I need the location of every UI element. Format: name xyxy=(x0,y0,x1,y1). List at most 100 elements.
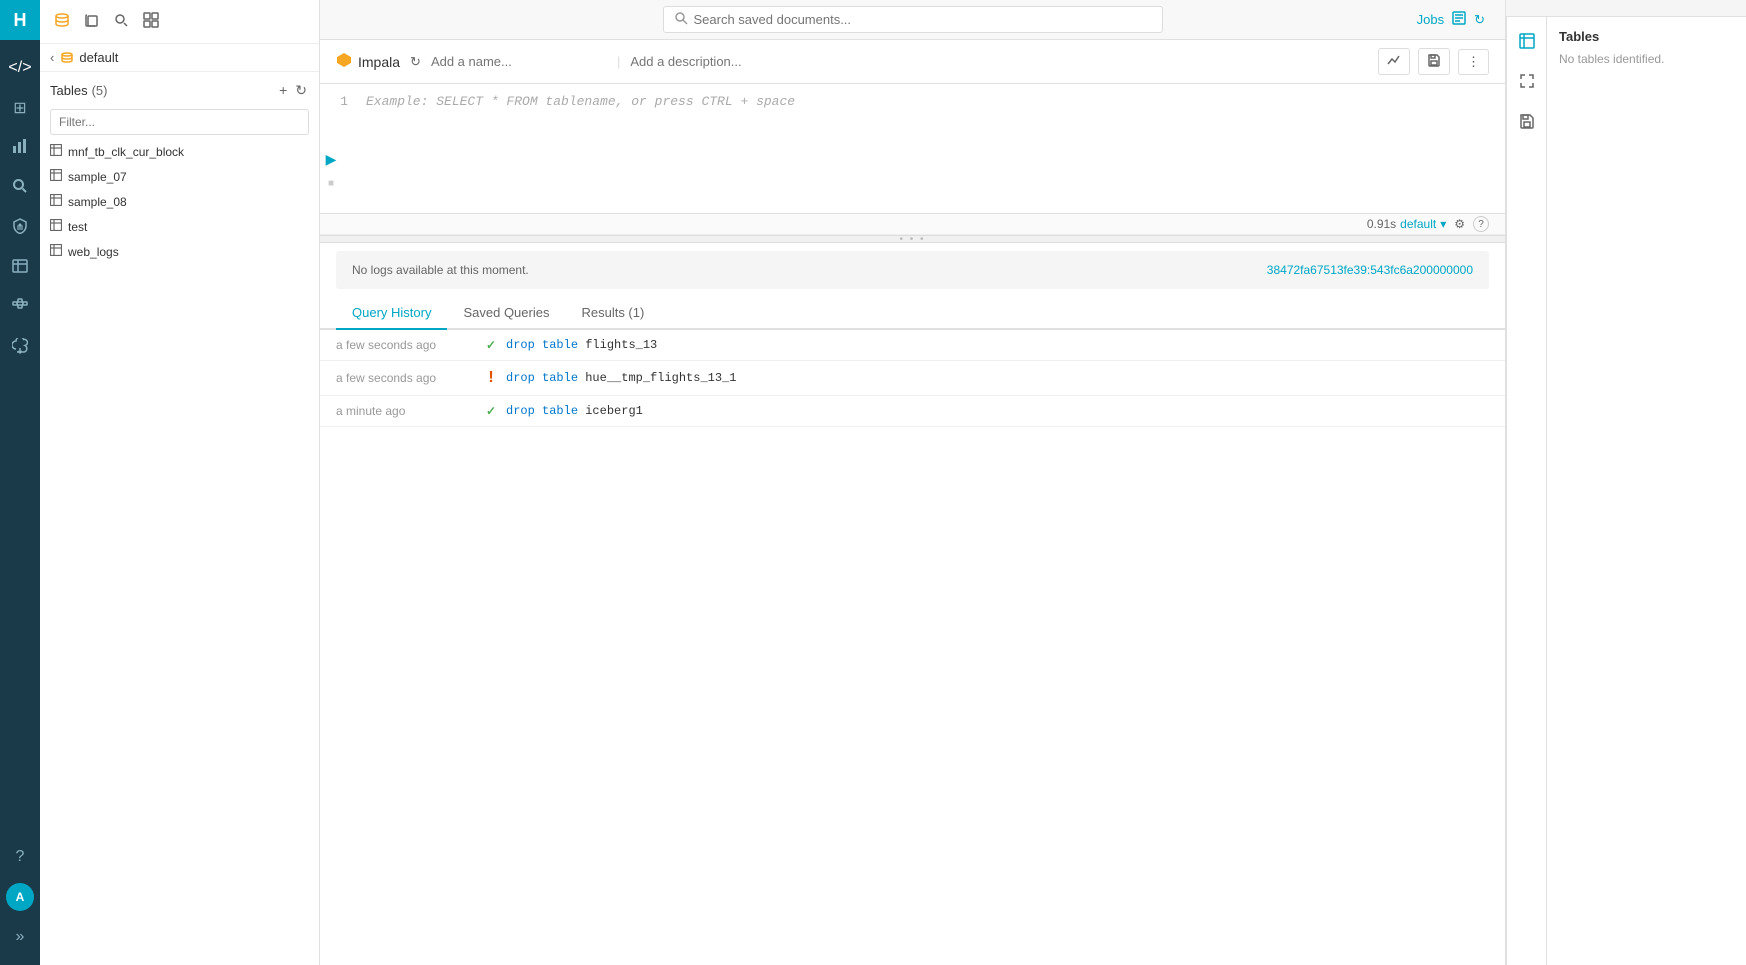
add-table-btn[interactable]: + xyxy=(277,80,289,101)
status-bar: 0.91s default ▾ ⚙ ? xyxy=(320,214,1505,235)
editor-name-input[interactable] xyxy=(431,54,607,69)
table-row-icon xyxy=(50,169,62,184)
sql-keyword: drop xyxy=(506,371,535,385)
table-row-icon xyxy=(50,244,62,259)
search-tables-icon[interactable] xyxy=(110,9,133,35)
more-options-btn[interactable]: ⋮ xyxy=(1458,49,1489,75)
jobs-refresh-icon[interactable]: ↻ xyxy=(1474,12,1485,28)
table-name: test xyxy=(68,220,87,234)
code-placeholder: Example: SELECT * FROM tablename, or pre… xyxy=(366,94,795,109)
sidebar-item-table[interactable] xyxy=(0,248,40,288)
log-message: No logs available at this moment. xyxy=(352,263,529,277)
stop-query-btn[interactable]: ■ xyxy=(320,173,342,195)
tabs-bar: Query History Saved Queries Results (1) xyxy=(320,297,1505,330)
chart-btn[interactable] xyxy=(1378,48,1410,75)
sidebar-item-avatar[interactable]: A xyxy=(0,877,40,917)
security-icon xyxy=(12,218,28,239)
tab-query-history[interactable]: Query History xyxy=(336,297,447,330)
code-content[interactable]: Example: SELECT * FROM tablename, or pre… xyxy=(356,94,1505,203)
sidebar-item-dashboard[interactable]: ⊞ xyxy=(0,88,40,128)
sidebar-item-search[interactable] xyxy=(0,168,40,208)
table-row-icon xyxy=(50,194,62,209)
engine-icon xyxy=(336,52,352,71)
query-time: a minute ago xyxy=(336,404,476,418)
right-maximize-btn[interactable] xyxy=(1511,65,1543,97)
sidebar-item-help[interactable]: ? xyxy=(0,837,40,877)
engine-selector[interactable]: Impala xyxy=(336,52,400,71)
search-input[interactable] xyxy=(694,12,1152,27)
code-editor[interactable]: 1 Example: SELECT * FROM tablename, or p… xyxy=(320,84,1505,214)
right-tables-panel: Tables No tables identified. xyxy=(1546,17,1746,965)
cloud-icon xyxy=(12,338,28,359)
right-tables-btn[interactable] xyxy=(1511,25,1543,57)
editor-desc-input[interactable] xyxy=(630,54,930,69)
table-name: web_logs xyxy=(68,245,119,259)
log-id-link[interactable]: 38472fa67513fe39:543fc6a200000000 xyxy=(1267,263,1473,277)
sql-table-name: hue__tmp_flights_13_1 xyxy=(585,371,736,385)
status-timing: 0.91s default ▾ xyxy=(1367,217,1446,231)
sidebar-item-security[interactable] xyxy=(0,208,40,248)
tab-results[interactable]: Results (1) xyxy=(565,297,660,330)
jobs-area[interactable]: Jobs ↻ xyxy=(1417,11,1485,28)
table-name: sample_07 xyxy=(68,170,127,184)
table-row-icon xyxy=(50,144,62,159)
right-save-btn[interactable] xyxy=(1511,105,1543,137)
list-item[interactable]: mnf_tb_clk_cur_block xyxy=(40,139,319,164)
breadcrumb: ‹ default xyxy=(40,44,319,72)
tab-saved-queries[interactable]: Saved Queries xyxy=(447,297,565,330)
query-status-ok: ✓ xyxy=(476,404,506,418)
query-history-row[interactable]: a few seconds ago ✓ drop table flights_1… xyxy=(320,330,1505,361)
editor-area: Jobs ↻ xyxy=(320,0,1505,965)
icon-bar-items: </> ⊞ xyxy=(0,40,40,837)
tab-results-label: Results (1) xyxy=(581,305,644,320)
editor-toolbar-right: ⋮ xyxy=(1378,48,1489,75)
table-row-icon xyxy=(50,219,62,234)
table-list: mnf_tb_clk_cur_block sample_07 xyxy=(40,139,319,965)
list-item[interactable]: test xyxy=(40,214,319,239)
help-status-icon[interactable]: ? xyxy=(1473,216,1489,232)
sidebar-item-workflow[interactable] xyxy=(0,288,40,328)
logo-button[interactable]: H xyxy=(0,0,40,40)
save-btn[interactable] xyxy=(1418,48,1450,75)
database-icon-btn[interactable] xyxy=(50,8,74,35)
settings-icon[interactable]: ⚙ xyxy=(1454,217,1465,231)
run-query-btn[interactable]: ▶ xyxy=(320,149,342,171)
breadcrumb-back-btn[interactable]: ‹ xyxy=(50,50,54,65)
query-sql: drop table flights_13 xyxy=(506,338,1489,352)
tab-query-history-label: Query History xyxy=(352,305,431,320)
sql-keyword: table xyxy=(542,404,578,418)
sidebar: ‹ default Tables (5) + ↻ xyxy=(40,0,320,965)
sidebar-item-code[interactable]: </> xyxy=(0,48,40,88)
jobs-list-icon xyxy=(1452,11,1466,28)
refresh-tables-btn[interactable]: ↻ xyxy=(293,80,309,101)
sidebar-toolbar xyxy=(40,0,319,44)
resize-handle[interactable]: • • • xyxy=(320,235,1505,243)
sql-keyword: table xyxy=(542,338,578,352)
copy-icon-btn[interactable] xyxy=(80,8,104,35)
help-icon: ? xyxy=(16,848,25,866)
run-controls: ▶ ■ xyxy=(320,149,342,195)
grid-icon-btn[interactable] xyxy=(139,8,163,35)
list-item[interactable]: sample_08 xyxy=(40,189,319,214)
refresh-editor-btn[interactable]: ↻ xyxy=(410,54,421,70)
right-side: Tables No tables identified. xyxy=(1505,0,1746,965)
sidebar-collapse-btn[interactable]: » xyxy=(0,917,40,957)
table-icon-sidebar xyxy=(12,258,28,279)
query-status-ok: ✓ xyxy=(476,338,506,352)
sql-keyword: drop xyxy=(506,404,535,418)
list-item[interactable]: web_logs xyxy=(40,239,319,264)
query-history-row[interactable]: a few seconds ago ! drop table hue__tmp_… xyxy=(320,361,1505,396)
right-icon-bar xyxy=(1506,17,1546,965)
table-filter-input[interactable] xyxy=(50,109,309,135)
query-time: a few seconds ago xyxy=(336,338,476,352)
query-history-row[interactable]: a minute ago ✓ drop table iceberg1 xyxy=(320,396,1505,427)
expand-collapse-icon: » xyxy=(16,928,25,946)
list-item[interactable]: sample_07 xyxy=(40,164,319,189)
editor-content: • • • No logs available at this moment. … xyxy=(320,235,1505,965)
topbar: Jobs ↻ xyxy=(320,0,1505,40)
tables-count: (5) xyxy=(92,83,108,98)
search-box[interactable] xyxy=(663,6,1163,33)
avatar: A xyxy=(6,883,34,911)
sidebar-item-cloud[interactable] xyxy=(0,328,40,368)
sidebar-item-chart[interactable] xyxy=(0,128,40,168)
